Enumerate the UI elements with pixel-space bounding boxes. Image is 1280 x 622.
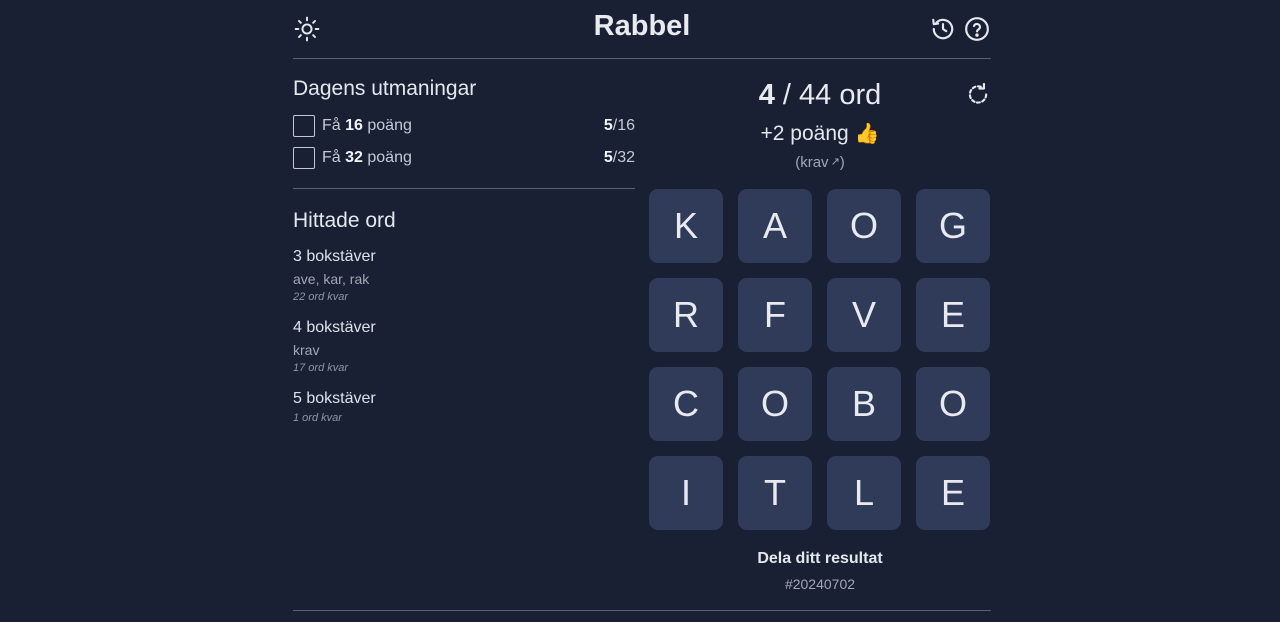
word-group-remaining: 22 ord kvar — [293, 291, 349, 303]
help-button[interactable] — [963, 15, 991, 43]
history-button[interactable] — [929, 15, 957, 43]
letter-tile[interactable]: O — [827, 189, 901, 263]
letter-tile[interactable]: E — [916, 456, 990, 530]
word-group-words: ave, kar, rak — [293, 271, 370, 287]
challenges-title: Dagens utmaningar — [293, 77, 477, 100]
letter-tile[interactable]: F — [738, 278, 812, 352]
refresh-icon — [968, 82, 988, 104]
help-icon — [965, 17, 989, 41]
header: Rabbel — [293, 0, 991, 59]
word-group-remaining: 17 ord kvar — [293, 362, 349, 374]
challenge-checkbox[interactable] — [293, 115, 315, 137]
points-text: +2 poäng 👍 — [760, 122, 880, 145]
letter-tile[interactable]: O — [916, 367, 990, 441]
word-group: 5 bokstäver 1 ord kvar — [293, 390, 635, 424]
divider — [293, 188, 635, 189]
history-icon — [932, 18, 954, 40]
word-group-title: 5 bokstäver — [293, 390, 376, 407]
challenge-progress: 5/16 — [603, 117, 635, 134]
word-group: 3 bokstäver ave, kar, rak 22 ord kvar — [293, 248, 635, 303]
letter-tile[interactable]: G — [916, 189, 990, 263]
letter-tile[interactable]: T — [738, 456, 812, 530]
last-word-link[interactable]: (krav ↗) — [649, 154, 991, 171]
page-title: Rabbel — [593, 10, 691, 42]
bottom-divider — [293, 610, 991, 611]
challenge-item: Få 32 poäng 5/32 — [293, 147, 635, 171]
game-id: #20240702 — [784, 576, 856, 592]
letter-tile[interactable]: I — [649, 456, 723, 530]
challenge-label: Få 32 poäng — [322, 149, 412, 166]
letter-tile[interactable]: K — [649, 189, 723, 263]
word-count: 4 / 44 ord — [758, 79, 882, 111]
share-result-button[interactable]: Dela ditt resultat — [649, 550, 991, 568]
word-group-title: 3 bokstäver — [293, 248, 376, 265]
word-group-remaining: 1 ord kvar — [293, 412, 342, 424]
letter-tile[interactable]: L — [827, 456, 901, 530]
letter-tile[interactable]: E — [916, 278, 990, 352]
letter-tile[interactable]: B — [827, 367, 901, 441]
word-group: 4 bokstäver krav 17 ord kvar — [293, 319, 635, 374]
app: Rabbel Dagens utmaningar Få 16 poäng 5/1… — [293, 0, 991, 622]
external-link-icon: ↗ — [830, 156, 840, 168]
challenge-label: Få 16 poäng — [322, 117, 412, 134]
letter-tile[interactable]: A — [738, 189, 812, 263]
challenge-checkbox[interactable] — [293, 147, 315, 169]
word-group-words: krav — [293, 342, 320, 358]
challenge-progress: 5/32 — [603, 149, 635, 166]
letter-tile[interactable]: O — [738, 367, 812, 441]
challenge-item: Få 16 poäng 5/16 — [293, 115, 635, 139]
letter-tile[interactable]: R — [649, 278, 723, 352]
found-words-title: Hittade ord — [293, 209, 396, 232]
refresh-button[interactable] — [965, 82, 991, 108]
word-group-title: 4 bokstäver — [293, 319, 376, 336]
letter-tile[interactable]: C — [649, 367, 723, 441]
letter-grid: K A O G R F V E C O B O I T L E — [649, 189, 991, 531]
thumbs-up-icon: 👍 — [854, 123, 880, 145]
letter-tile[interactable]: V — [827, 278, 901, 352]
